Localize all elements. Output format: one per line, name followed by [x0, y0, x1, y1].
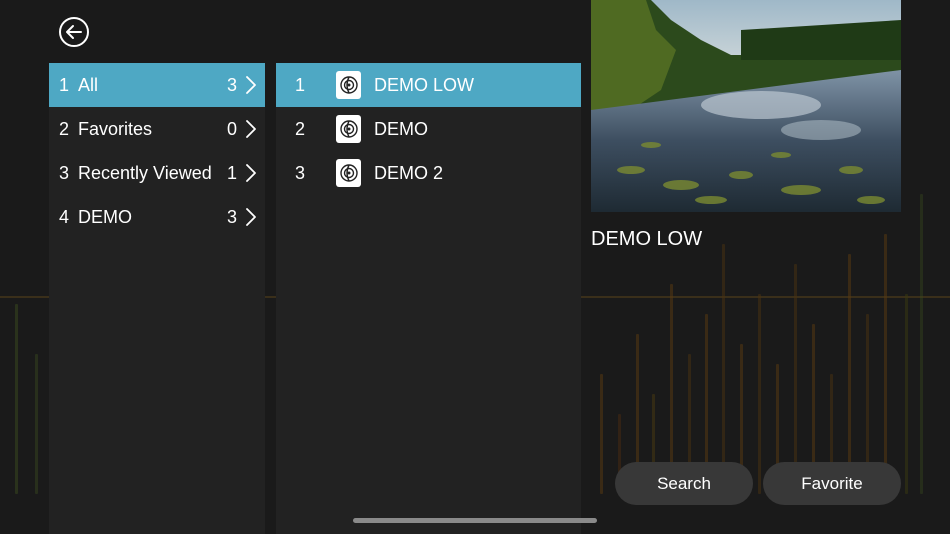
category-label: All: [78, 74, 99, 95]
preview-image: [591, 0, 901, 212]
chevron-right-icon: [246, 164, 256, 182]
category-label: DEMO: [78, 206, 132, 227]
category-item[interactable]: 4 DEMO 3: [49, 195, 265, 239]
preview-title: DEMO LOW: [591, 228, 703, 250]
category-number: 1: [59, 74, 70, 95]
chevron: [237, 120, 265, 138]
home-indicator[interactable]: [353, 518, 597, 523]
media-logo-icon: [339, 120, 358, 138]
category-count: 3: [226, 74, 237, 95]
category-item[interactable]: 2 Favorites 0: [49, 107, 265, 151]
chevron-right-icon: [246, 208, 256, 226]
item-number: 3: [295, 162, 306, 183]
category-number: 3: [59, 162, 70, 183]
favorite-button[interactable]: Favorite: [763, 462, 901, 505]
chevron: [237, 76, 265, 94]
media-logo-icon: [339, 76, 358, 94]
item-thumbnail: [336, 115, 361, 143]
category-item[interactable]: 1 All 3: [49, 63, 265, 107]
item-label: DEMO: [374, 118, 428, 139]
chevron-right-icon: [246, 120, 256, 138]
back-button[interactable]: [59, 17, 89, 47]
category-count: 1: [226, 162, 237, 183]
category-label: Recently Viewed: [78, 162, 212, 183]
item-label: DEMO LOW: [374, 74, 475, 95]
item-list: 1 DEMO LOW 2 DEMO 3 DEMO 2: [276, 63, 581, 534]
category-number: 4: [59, 206, 70, 227]
item-thumbnail: [336, 71, 361, 99]
media-item[interactable]: 3 DEMO 2: [276, 151, 581, 195]
category-label: Favorites: [78, 118, 153, 139]
item-label: DEMO 2: [374, 162, 444, 183]
category-number: 2: [59, 118, 70, 139]
chevron-right-icon: [246, 76, 256, 94]
category-list: 1 All 3 2 Favorites 0 3 Recently Viewed 1 4 DEMO 3: [49, 63, 265, 534]
item-number: 2: [295, 118, 306, 139]
search-button[interactable]: Search: [615, 462, 753, 505]
category-count: 0: [226, 118, 237, 139]
item-thumbnail: [336, 159, 361, 187]
category-count: 3: [226, 206, 237, 227]
chevron: [237, 208, 265, 226]
category-item[interactable]: 3 Recently Viewed 1: [49, 151, 265, 195]
item-number: 1: [295, 74, 306, 95]
media-item[interactable]: 1 DEMO LOW: [276, 63, 581, 107]
chevron: [237, 164, 265, 182]
media-logo-icon: [339, 164, 358, 182]
back-arrow-icon: [66, 25, 82, 39]
media-item[interactable]: 2 DEMO: [276, 107, 581, 151]
